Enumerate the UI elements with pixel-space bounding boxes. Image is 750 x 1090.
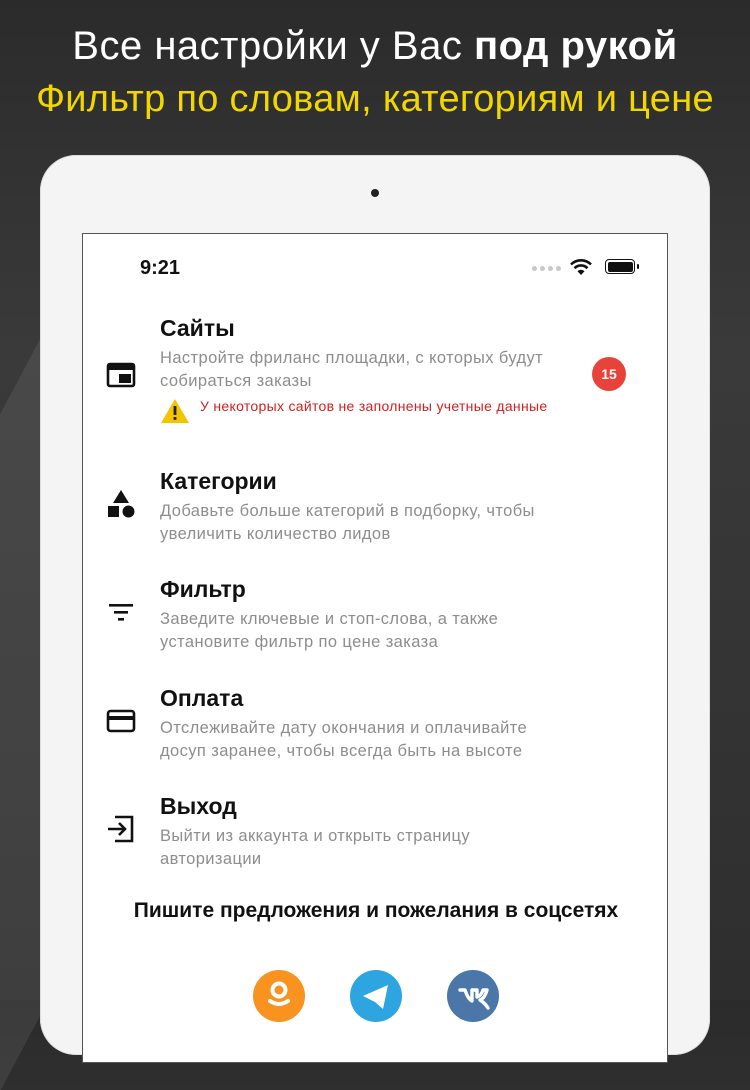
menu-item-payment[interactable]: Оплата Отслеживайте дату окончания и опл… (83, 685, 669, 765)
telegram-icon (363, 985, 388, 1009)
wifi-icon (570, 259, 592, 275)
logout-icon (108, 815, 134, 843)
shapes-icon (108, 490, 135, 518)
menu-item-description: Настройте фриланс площадки, с которых бу… (160, 349, 544, 390)
status-time: 9:21 (140, 257, 181, 279)
app-screen: 9:21 Сайты Настройте фриланс площадки, с… (82, 233, 668, 1063)
filter-icon (109, 604, 133, 621)
warning-icon (161, 399, 189, 423)
menu-item-title: Оплата (160, 685, 244, 711)
menu-item-description: Заведите ключевые и стоп-слова, а также … (160, 610, 499, 651)
odnoklassniki-icon (268, 981, 290, 1006)
camera-dot (371, 189, 379, 197)
menu-item-title: Сайты (160, 315, 235, 341)
sites-warning: У некоторых сайтов не заполнены учетные … (160, 397, 580, 437)
browser-window-icon (106, 362, 136, 388)
menu-item-categories[interactable]: Категории Добавьте больше категорий в по… (83, 468, 669, 548)
tablet-frame: 9:21 Сайты Настройте фриланс площадки, с… (40, 155, 710, 1063)
signal-icon (532, 266, 561, 271)
warning-text: У некоторых сайтов не заполнены учетные … (200, 398, 548, 414)
vk-button[interactable] (447, 970, 499, 1022)
menu-item-description: Выйти из аккаунта и открыть страницу авт… (160, 827, 471, 868)
menu-item-filter[interactable]: Фильтр Заведите ключевые и стоп-слова, а… (83, 576, 669, 656)
menu-item-sites[interactable]: Сайты Настройте фриланс площадки, с кото… (83, 315, 669, 440)
menu-item-title: Фильтр (160, 576, 246, 602)
menu-item-description: Отслеживайте дату окончания и оплачивайт… (160, 719, 528, 760)
feedback-caption: Пишите предложения и пожелания в соцсетя… (133, 899, 619, 922)
credit-card-icon (106, 709, 136, 733)
vk-icon (458, 988, 490, 1010)
sites-count-badge: 15 (592, 357, 626, 391)
menu-item-title: Категории (160, 468, 277, 494)
promo-headline: Все настройки у Вас под рукой (0, 24, 750, 69)
menu-item-logout[interactable]: Выход Выйти из аккаунта и открыть страни… (83, 793, 669, 873)
promo-headline-text: Все настройки у Вас (72, 24, 474, 68)
battery-icon (605, 259, 639, 274)
menu-item-title: Выход (160, 793, 237, 819)
status-indicators (519, 258, 639, 276)
odnoklassniki-button[interactable] (253, 970, 305, 1022)
menu-item-description: Добавьте больше категорий в подборку, чт… (160, 502, 535, 543)
promo-headline-bold: под рукой (473, 24, 678, 68)
promo-subheadline: Фильтр по словам, категориям и цене (36, 78, 714, 120)
telegram-button[interactable] (350, 970, 402, 1022)
